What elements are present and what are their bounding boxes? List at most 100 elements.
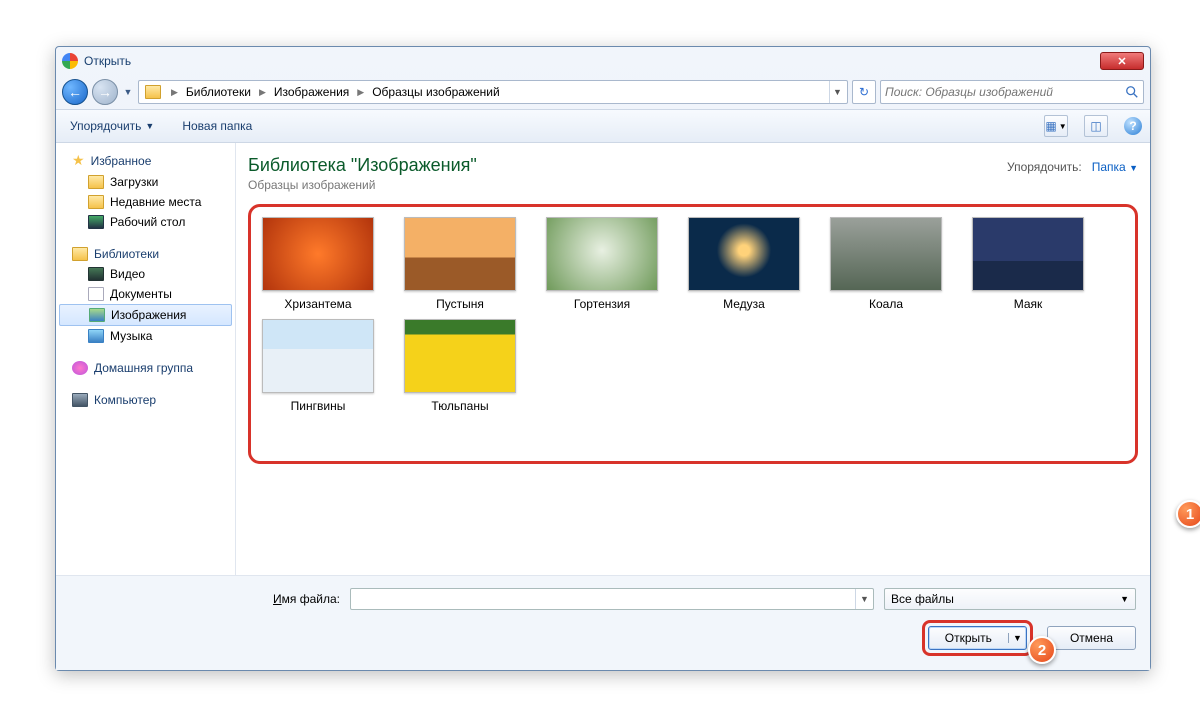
chevron-right-icon: ▶ (351, 87, 370, 98)
folder-icon (88, 175, 104, 189)
breadcrumb-bar[interactable]: ▶ Библиотеки ▶ Изображения ▶ Образцы изо… (138, 80, 848, 104)
star-icon: ★ (72, 152, 85, 169)
new-folder-button[interactable]: Новая папка (176, 115, 258, 137)
sidebar-item-video[interactable]: Видео (56, 264, 235, 284)
sidebar[interactable]: ★ Избранное Загрузки Недавние места Рабо… (56, 143, 236, 575)
back-button[interactable]: ← (62, 79, 88, 105)
filename-dropdown[interactable]: ▼ (855, 589, 873, 609)
search-box[interactable] (880, 80, 1144, 104)
sort-dropdown[interactable]: Папка ▼ (1092, 160, 1138, 174)
callout-1: 1 (1176, 500, 1200, 528)
chevron-right-icon: ▶ (165, 87, 184, 98)
breadcrumb-samples[interactable]: Образцы изображений (370, 85, 501, 99)
sidebar-libraries[interactable]: Библиотеки (56, 244, 235, 264)
thumbnail-label: Коала (869, 297, 903, 311)
window-title: Открыть (84, 54, 131, 68)
libraries-icon (72, 247, 88, 261)
sidebar-item-recent[interactable]: Недавние места (56, 192, 235, 212)
image-icon (89, 308, 105, 322)
breadcrumb-libraries[interactable]: Библиотеки (184, 85, 253, 99)
file-grid[interactable]: Хризантема Пустыня Гортензия Медуза Коала Мая… (259, 217, 1127, 413)
file-thumb[interactable]: Тюльпаны (401, 319, 519, 413)
thumbnail-image (262, 319, 374, 393)
chevron-right-icon: ▶ (253, 87, 272, 98)
sidebar-computer[interactable]: Компьютер (56, 390, 235, 410)
folder-icon (88, 195, 104, 209)
file-thumb[interactable]: Коала (827, 217, 945, 311)
filename-label: Имя файла: (70, 592, 340, 606)
cancel-button[interactable]: Отмена (1047, 626, 1136, 650)
thumbnail-label: Медуза (723, 297, 765, 311)
forward-button[interactable]: → (92, 79, 118, 105)
desktop-icon (88, 215, 104, 229)
help-button[interactable]: ? (1124, 117, 1142, 135)
thumbnail-label: Маяк (1014, 297, 1043, 311)
breadcrumb-dropdown[interactable]: ▼ (829, 81, 845, 103)
breadcrumb-images[interactable]: Изображения (272, 85, 351, 99)
sidebar-item-music[interactable]: Музыка (56, 326, 235, 346)
file-thumb[interactable]: Пустыня (401, 217, 519, 311)
chrome-icon (62, 53, 78, 69)
content-area: Библиотека "Изображения" Образцы изображ… (236, 143, 1150, 575)
view-mode-button[interactable]: ▦ ▼ (1044, 115, 1068, 137)
close-button[interactable]: ✕ (1100, 52, 1144, 70)
toolbar: Упорядочить ▼ Новая папка ▦ ▼ ◫ ? (56, 109, 1150, 143)
thumbnails-icon: ▦ (1045, 119, 1056, 133)
video-icon (88, 267, 104, 281)
thumbnail-image (688, 217, 800, 291)
open-button[interactable]: Открыть ▼ (928, 626, 1027, 650)
search-input[interactable] (885, 85, 1125, 99)
sidebar-item-images[interactable]: Изображения (59, 304, 232, 326)
file-thumb[interactable]: Маяк (969, 217, 1087, 311)
document-icon (88, 287, 104, 301)
thumbnail-label: Хризантема (284, 297, 351, 311)
thumbnail-image (546, 217, 658, 291)
open-file-dialog: Открыть ✕ ← → ▼ ▶ Библиотеки ▶ Изображен… (55, 46, 1151, 671)
titlebar: Открыть ✕ (56, 47, 1150, 75)
filename-combo[interactable]: ▼ (350, 588, 874, 610)
chevron-down-icon: ▼ (1059, 122, 1067, 131)
file-thumb[interactable]: Медуза (685, 217, 803, 311)
organize-button[interactable]: Упорядочить ▼ (64, 115, 160, 137)
chevron-down-icon: ▼ (1120, 594, 1129, 604)
sidebar-item-documents[interactable]: Документы (56, 284, 235, 304)
folder-icon (145, 85, 161, 99)
thumbnail-label: Тюльпаны (431, 399, 488, 413)
filetype-select[interactable]: Все файлы ▼ (884, 588, 1136, 610)
thumbnail-label: Гортензия (574, 297, 630, 311)
preview-pane-button[interactable]: ◫ (1084, 115, 1108, 137)
sidebar-item-downloads[interactable]: Загрузки (56, 172, 235, 192)
sidebar-homegroup[interactable]: Домашняя группа (56, 358, 235, 378)
library-title: Библиотека "Изображения" (248, 155, 477, 176)
search-icon (1125, 85, 1139, 99)
library-subtitle: Образцы изображений (248, 178, 477, 192)
sidebar-favorites[interactable]: ★ Избранное (56, 149, 235, 172)
thumbnail-image (404, 217, 516, 291)
preview-icon: ◫ (1090, 119, 1101, 133)
music-icon (88, 329, 104, 343)
file-thumb[interactable]: Хризантема (259, 217, 377, 311)
sort-label: Упорядочить: (1007, 160, 1082, 174)
thumbnail-image (830, 217, 942, 291)
thumbnail-image (972, 217, 1084, 291)
refresh-button[interactable]: ↻ (852, 80, 876, 104)
open-button-highlight: Открыть ▼ (922, 620, 1033, 656)
computer-icon (72, 393, 88, 407)
history-dropdown[interactable]: ▼ (122, 87, 134, 97)
filename-input[interactable] (351, 592, 855, 606)
open-split-dropdown[interactable]: ▼ (1008, 633, 1026, 643)
thumbnail-label: Пингвины (291, 399, 346, 413)
thumbnail-label: Пустыня (436, 297, 484, 311)
nav-bar: ← → ▼ ▶ Библиотеки ▶ Изображения ▶ Образ… (56, 75, 1150, 109)
thumbnail-image (262, 217, 374, 291)
file-thumb[interactable]: Гортензия (543, 217, 661, 311)
chevron-down-icon: ▼ (1129, 163, 1138, 173)
dialog-footer: Имя файла: ▼ Все файлы ▼ Открыть ▼ Отмен… (56, 575, 1150, 670)
file-thumb[interactable]: Пингвины (259, 319, 377, 413)
chevron-down-icon: ▼ (145, 121, 154, 131)
file-grid-highlight: Хризантема Пустыня Гортензия Медуза Коала Мая… (248, 204, 1138, 464)
callout-2: 2 (1028, 636, 1056, 664)
homegroup-icon (72, 361, 88, 375)
sidebar-item-desktop[interactable]: Рабочий стол (56, 212, 235, 232)
thumbnail-image (404, 319, 516, 393)
